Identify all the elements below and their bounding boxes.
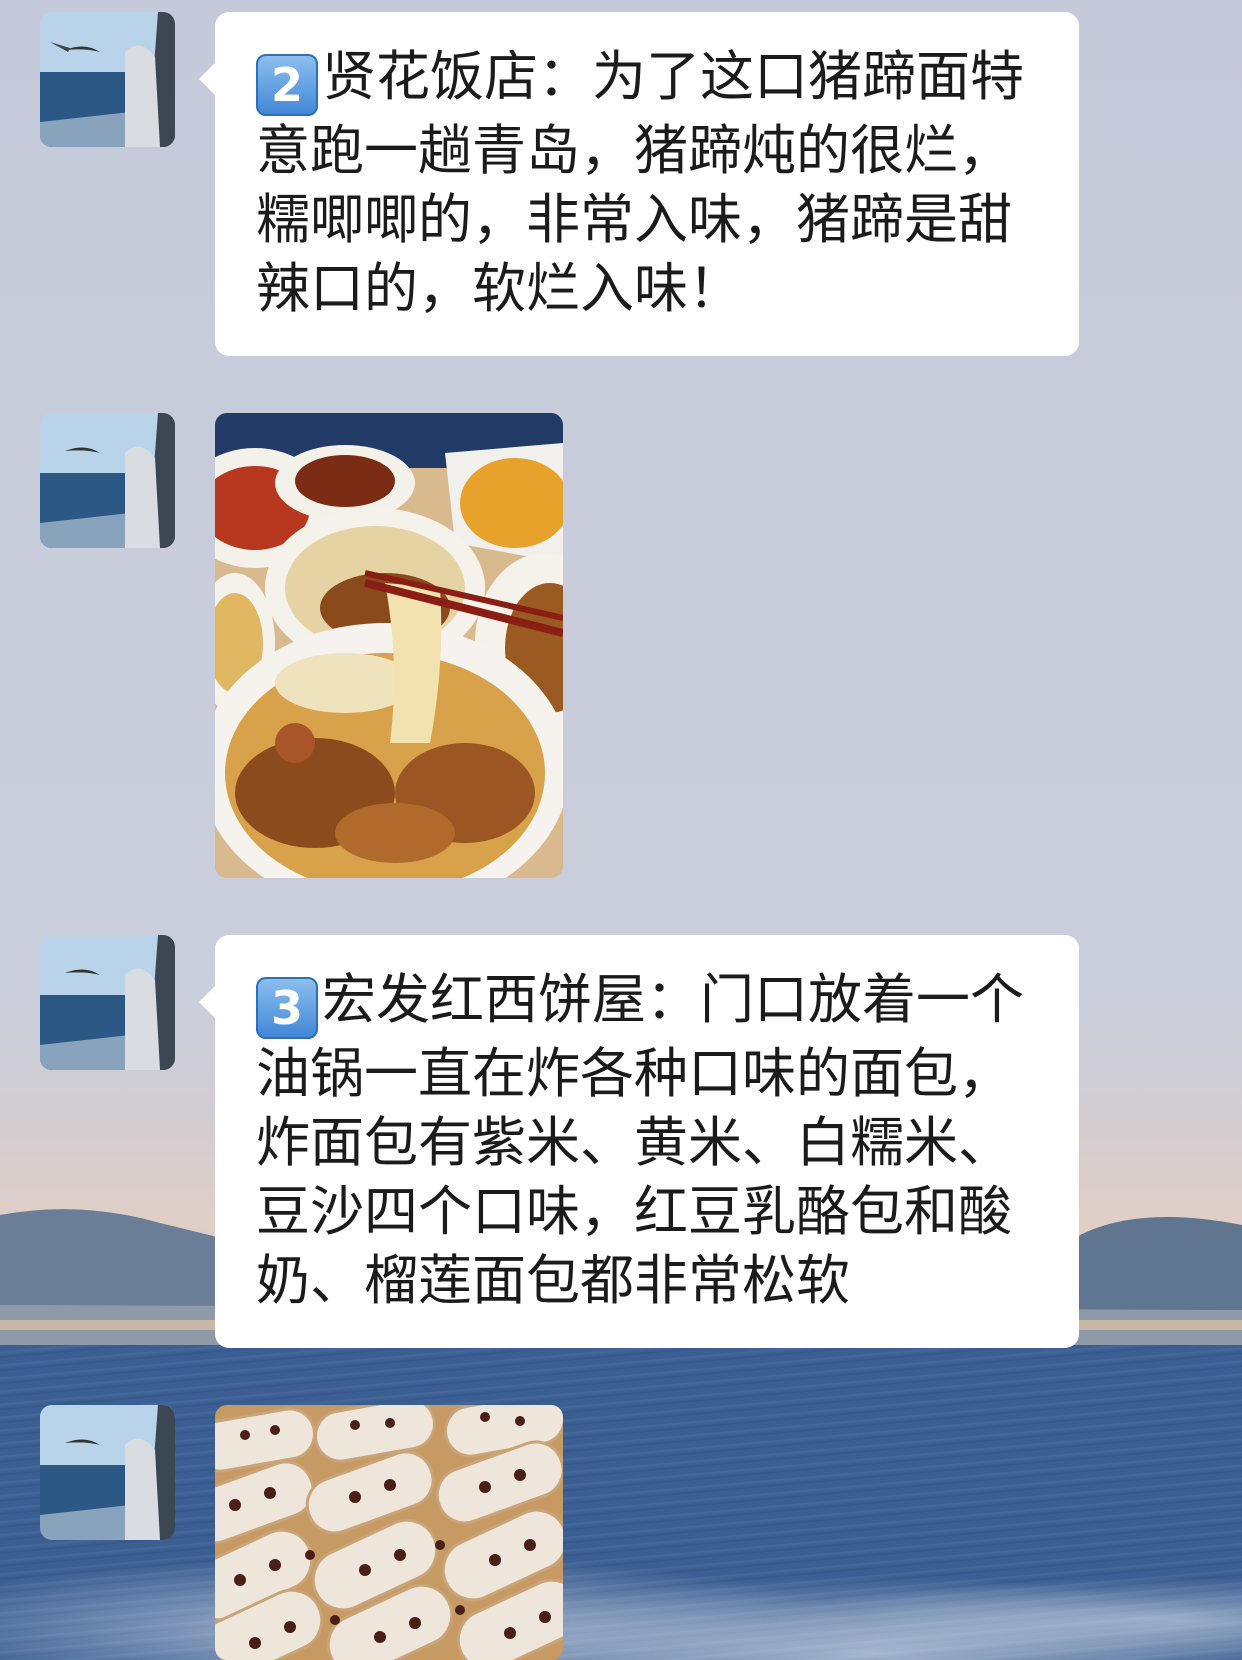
message-bubble[interactable]: 3 宏发红西饼屋：门口放着一个油锅一直在炸各种口味的面包，炸面包有紫米、黄米、白糯… [199,935,1079,1348]
keycap-number-icon: 3 [256,977,318,1039]
food-photo-bread[interactable] [215,1405,563,1660]
avatar[interactable] [40,12,175,147]
avatar[interactable] [40,935,175,1070]
message-bubble[interactable]: 2 贤花饭店：为了这口猪蹄面特意跑一趟青岛，猪蹄炖的很烂，糯唧唧的，非常入味，猪蹄… [199,12,1079,356]
keycap-number-icon: 2 [256,54,318,116]
avatar[interactable] [40,413,175,548]
message-text: 贤花饭店：为了这口猪蹄面特意跑一趟青岛，猪蹄炖的很烂，糯唧唧的，非常入味，猪蹄是… [256,45,1024,320]
message-text: 宏发红西饼屋：门口放着一个油锅一直在炸各种口味的面包，炸面包有紫米、黄米、白糯米… [256,968,1024,1312]
background-surf [0,1500,1242,1660]
avatar[interactable] [40,1405,175,1540]
food-photo-noodles[interactable] [215,413,563,878]
